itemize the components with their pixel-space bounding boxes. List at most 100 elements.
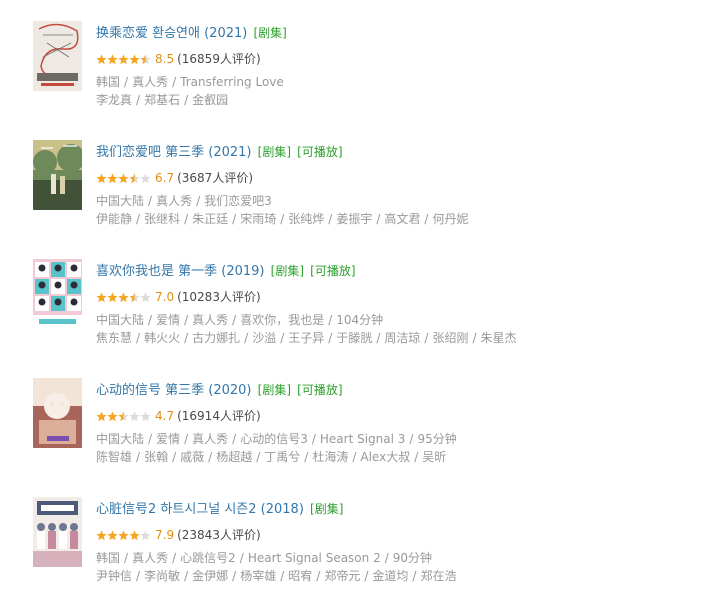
poster-image[interactable]: [33, 497, 82, 567]
category-tag[interactable]: [可播放]: [310, 264, 355, 278]
cast-member-link[interactable]: 韩火火: [144, 331, 180, 345]
rating-star-icon: [107, 292, 118, 303]
rating-star-icon: [107, 530, 118, 541]
category-tag[interactable]: [可播放]: [297, 383, 342, 397]
cast-member-link[interactable]: Alex大叔: [360, 450, 410, 464]
separator: /: [280, 331, 285, 345]
cast-member-link[interactable]: 金伊娜: [192, 569, 228, 583]
cast-member-link[interactable]: 姜振宇: [336, 212, 372, 226]
category-tag[interactable]: [剧集]: [310, 502, 343, 516]
cast-member-link[interactable]: 张继科: [144, 212, 180, 226]
rating-star-icon: [140, 411, 151, 422]
cast-member-link[interactable]: 何丹妮: [432, 212, 468, 226]
separator: /: [244, 331, 249, 345]
list-item: 换乘恋爱 환승연애 (2021) [剧集] 8.5 (16859人评价) 韩国 / 真人秀…: [0, 21, 717, 131]
item-title-link[interactable]: 我们恋爱吧 第三季 (2021): [96, 145, 252, 160]
cast-member-link[interactable]: 高文君: [384, 212, 420, 226]
separator: /: [472, 331, 477, 345]
separator: /: [409, 432, 414, 446]
cast-member-link[interactable]: 张纯烨: [288, 212, 324, 226]
rating-star-icon: [129, 411, 140, 422]
cast-member-link[interactable]: 朱正廷: [192, 212, 228, 226]
cast-member-link[interactable]: 于滕胱: [336, 331, 372, 345]
meta-value: 真人秀: [192, 313, 229, 327]
separator: /: [280, 569, 285, 583]
separator: /: [424, 331, 429, 345]
list-item: 心动的信号 第三季 (2020) [剧集] [可播放] 4.7 (16914人评价)…: [0, 378, 717, 488]
item-title-link[interactable]: 换乘恋爱 환승연애 (2021): [96, 26, 247, 41]
cast-member-link[interactable]: 张绍刚: [432, 331, 468, 345]
separator: /: [172, 75, 177, 89]
rating-star-icon: [140, 54, 151, 65]
cast-member-link[interactable]: 沙溢: [252, 331, 276, 345]
separator: /: [232, 212, 237, 226]
meta-value: 真人秀: [192, 432, 229, 446]
meta-value: Heart Signal 3: [319, 432, 406, 446]
cast-member-link[interactable]: 尹钟信: [96, 569, 132, 583]
rating-stars: [96, 173, 151, 184]
cast-member-link[interactable]: 周洁琼: [384, 331, 420, 345]
item-title-link[interactable]: 心脏信号2 하트시그널 시즌2 (2018): [96, 502, 304, 517]
title-line: 喜欢你我也是 第一季 (2019) [剧集] [可播放]: [96, 261, 356, 282]
meta-value: 心跳信号2: [180, 551, 236, 565]
separator: /: [352, 450, 357, 464]
rating-score: 7.9: [155, 528, 175, 542]
meta-value: 真人秀: [132, 551, 169, 565]
meta-value: 中国大陆: [96, 194, 145, 208]
poster-image[interactable]: [33, 378, 82, 448]
item-title-link[interactable]: 喜欢你我也是 第一季 (2019): [96, 264, 265, 279]
cast-member-link[interactable]: 王子异: [288, 331, 324, 345]
cast-member-link[interactable]: 吴昕: [422, 450, 446, 464]
cast-member-link[interactable]: 宋雨琦: [240, 212, 276, 226]
title-line: 心脏信号2 하트시그널 시즌2 (2018) [剧集]: [96, 499, 343, 520]
separator: /: [384, 551, 389, 565]
separator: /: [256, 450, 261, 464]
cast-member-link[interactable]: 李龙真: [96, 93, 132, 107]
cast-member-link[interactable]: 伊能静: [96, 212, 132, 226]
cast-member-link[interactable]: 杜海涛: [312, 450, 348, 464]
meta-value: 中国大陆: [96, 313, 145, 327]
cast-member-link[interactable]: 杨超越: [216, 450, 252, 464]
cast-member-link[interactable]: 李尚敏: [144, 569, 180, 583]
cast-member-link[interactable]: 古力娜扎: [192, 331, 240, 345]
cast-member-link[interactable]: 郑在浩: [420, 569, 456, 583]
separator: /: [328, 212, 333, 226]
category-tag[interactable]: [剧集]: [258, 383, 291, 397]
item-title-link[interactable]: 心动的信号 第三季 (2020): [96, 383, 252, 398]
cast-member-link[interactable]: 焦东慧: [96, 331, 132, 345]
cast-member-link[interactable]: 陈智雄: [96, 450, 132, 464]
separator: /: [148, 432, 153, 446]
separator: /: [148, 313, 153, 327]
poster-image[interactable]: [33, 140, 82, 210]
category-tag[interactable]: [可播放]: [297, 145, 342, 159]
cast-member-link[interactable]: 昭宥: [288, 569, 312, 583]
cast-member-link[interactable]: 郑基石: [144, 93, 180, 107]
list-item: 我们恋爱吧 第三季 (2021) [剧集] [可播放] 6.7 (3687人评价) 中…: [0, 140, 717, 250]
cast-member-link[interactable]: 戚薇: [180, 450, 204, 464]
cast-member-link[interactable]: 丁禹兮: [264, 450, 300, 464]
cast-member-link[interactable]: 金道均: [372, 569, 408, 583]
rating-count: (10283人评价): [177, 290, 261, 304]
category-tag[interactable]: [剧集]: [258, 145, 291, 159]
poster-image[interactable]: [33, 21, 82, 91]
meta-value: 心动的信号3: [240, 432, 308, 446]
cast-member-link[interactable]: 张翰: [144, 450, 168, 464]
rating-line: 6.7 (3687人评价): [96, 170, 253, 186]
category-tag[interactable]: [剧集]: [253, 26, 286, 40]
rating-line: 7.9 (23843人评价): [96, 527, 261, 543]
cast-line: 焦东慧 / 韩火火 / 古力娜扎 / 沙溢 / 王子异 / 于滕胱 / 周洁琼 / 张绍刚 / 朱星杰: [96, 330, 517, 346]
poster-image[interactable]: [33, 259, 82, 329]
category-tag[interactable]: [剧集]: [271, 264, 304, 278]
cast-member-link[interactable]: 金叡园: [192, 93, 228, 107]
cast-member-link[interactable]: 郑帝元: [324, 569, 360, 583]
cast-member-link[interactable]: 杨宰雄: [240, 569, 276, 583]
separator: /: [424, 212, 429, 226]
rating-star-icon: [107, 173, 118, 184]
rating-score: 6.7: [155, 171, 175, 185]
separator: /: [328, 331, 333, 345]
separator: /: [124, 551, 129, 565]
cast-member-link[interactable]: 朱星杰: [481, 331, 517, 345]
rating-stars: [96, 411, 151, 422]
separator: /: [124, 75, 129, 89]
rating-star-icon: [107, 54, 118, 65]
